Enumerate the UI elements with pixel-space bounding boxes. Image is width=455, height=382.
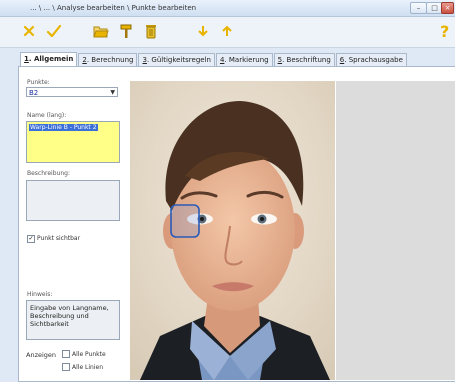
alle-punkte-checkbox[interactable] <box>62 350 70 358</box>
anzeigen-label: Anzeigen <box>26 351 57 359</box>
beschreibung-label: Beschreibung: <box>27 170 70 177</box>
beschreibung-input[interactable] <box>26 180 120 221</box>
empty-canvas-area <box>336 81 455 380</box>
tab-sprachausgabe[interactable]: 6. Sprachausgabe <box>335 53 407 66</box>
window-title: ... \ ... \ Analyse bearbeiten \ Punkte … <box>30 4 197 12</box>
checkmark-icon <box>47 25 61 37</box>
hammer-icon <box>120 24 132 38</box>
alle-linien-label: Alle Linien <box>72 364 104 371</box>
close-button[interactable]: × <box>441 2 454 14</box>
tab-bar: 1. Allgemein 2. Berechnung 3. Gültigkeit… <box>20 52 408 67</box>
hinweis-box: Eingabe von Langname, Beschreibung und S… <box>26 300 120 340</box>
toolbar: ? <box>0 17 455 48</box>
face-photo[interactable] <box>130 81 335 380</box>
move-up-button[interactable] <box>218 22 236 40</box>
name-label: Name (lang): <box>27 112 67 119</box>
tab-allgemein[interactable]: 1. Allgemein <box>20 52 78 66</box>
chevron-down-icon: ▼ <box>110 89 115 96</box>
tab-markierung[interactable]: 4. Markierung <box>215 53 273 66</box>
open-button[interactable] <box>92 22 110 40</box>
sichtbar-checkbox[interactable]: ✓ <box>27 235 35 243</box>
tab-gueltigkeitsregeln[interactable]: 3. Gültigkeitsregeln <box>138 53 215 66</box>
help-button[interactable]: ? <box>436 22 454 40</box>
alle-punkte-label: Alle Punkte <box>72 351 106 358</box>
point-marker[interactable] <box>170 204 200 238</box>
hinweis-label: Hinweis: <box>27 291 53 298</box>
minimize-button[interactable]: – <box>410 2 427 14</box>
tab-berechnung[interactable]: 2. Berechnung <box>78 53 138 66</box>
arrow-up-icon <box>222 25 232 36</box>
punkte-select[interactable]: B2 ▼ <box>26 87 118 97</box>
question-icon: ? <box>440 23 449 39</box>
sichtbar-label: Punkt sichtbar <box>37 235 81 242</box>
delete-button[interactable] <box>142 22 160 40</box>
svg-text:?: ? <box>440 23 449 39</box>
name-input[interactable]: Warp-Linie B - Punkt 2 <box>26 121 120 163</box>
trash-icon <box>146 25 156 39</box>
move-down-button[interactable] <box>194 22 212 40</box>
punkte-label: Punkte: <box>27 79 50 86</box>
arrow-down-icon <box>198 26 208 37</box>
tool-button[interactable] <box>118 22 136 40</box>
cancel-button[interactable] <box>20 22 38 40</box>
hinweis-text: Eingabe von Langname, Beschreibung und S… <box>30 304 109 328</box>
folder-icon <box>93 26 109 38</box>
alle-linien-checkbox[interactable] <box>62 363 70 371</box>
x-icon <box>23 25 35 37</box>
punkte-value: B2 <box>29 89 39 97</box>
name-value: Warp-Linie B - Punkt 2 <box>29 124 98 131</box>
title-bar: ... \ ... \ Analyse bearbeiten \ Punkte … <box>0 0 455 17</box>
tab-beschriftung[interactable]: 5. Beschriftung <box>273 53 335 66</box>
ok-button[interactable] <box>45 22 63 40</box>
